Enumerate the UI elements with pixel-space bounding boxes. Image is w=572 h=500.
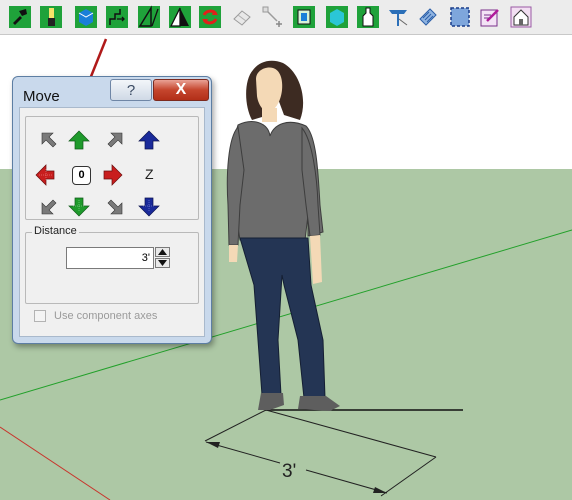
arrow-down-left-icon[interactable]	[38, 196, 60, 218]
cube-tool-icon[interactable]	[74, 5, 98, 29]
arrow-down-icon[interactable]	[68, 196, 90, 218]
arrow-up-right-icon[interactable]	[104, 129, 126, 151]
edit-note-icon[interactable]	[478, 5, 502, 29]
green-frame-icon[interactable]	[292, 5, 316, 29]
direction-pad: 0 Z	[25, 116, 199, 220]
help-label: ?	[126, 82, 136, 99]
triangle-left-icon[interactable]	[137, 5, 161, 29]
close-icon: X	[175, 81, 187, 98]
help-button[interactable]: ?	[110, 79, 152, 101]
arrow-down-right-icon[interactable]	[104, 196, 126, 218]
distance-up-button[interactable]	[155, 247, 170, 257]
rotate-icon[interactable]	[198, 5, 222, 29]
brush-tool-icon[interactable]	[39, 5, 63, 29]
dimension-label: 3'	[282, 461, 296, 482]
distance-input[interactable]: 3'	[66, 247, 154, 269]
z-axis-label: Z	[145, 166, 154, 182]
distance-group: Distance 3'	[25, 225, 199, 304]
triangle-right-icon[interactable]	[168, 5, 192, 29]
cyan-box-icon[interactable]	[325, 5, 349, 29]
house-icon[interactable]	[509, 5, 533, 29]
hatch-icon[interactable]	[416, 5, 440, 29]
arrow-left-icon[interactable]	[34, 164, 56, 186]
use-component-axes-checkbox[interactable]	[34, 310, 46, 322]
arrow-z-down-icon[interactable]	[138, 196, 160, 218]
tape-icon[interactable]	[386, 5, 410, 29]
distance-down-button[interactable]	[155, 258, 170, 268]
arrow-up-icon[interactable]	[68, 129, 90, 151]
scale-icon[interactable]	[261, 5, 285, 29]
move-stairs-icon[interactable]	[105, 5, 129, 29]
dialog-body: 0 Z Distance 3' Use component axes	[19, 107, 205, 337]
distance-label: Distance	[32, 225, 79, 237]
center-reset-button[interactable]: 0	[72, 166, 91, 185]
paint-tool-icon[interactable]	[8, 5, 32, 29]
bottle-icon[interactable]	[356, 5, 380, 29]
use-component-axes-label: Use component axes	[54, 310, 158, 322]
dialog-title: Move	[23, 88, 60, 105]
selection-icon[interactable]	[448, 5, 472, 29]
arrow-right-icon[interactable]	[102, 164, 124, 186]
arrow-up-left-icon[interactable]	[38, 129, 60, 151]
move-dialog: Move ? X 0 Z Distance 3' Use component a…	[12, 76, 212, 344]
close-button[interactable]: X	[153, 79, 209, 101]
arrow-z-up-icon[interactable]	[138, 129, 160, 151]
main-toolbar	[0, 0, 572, 35]
eraser-icon[interactable]	[230, 5, 254, 29]
